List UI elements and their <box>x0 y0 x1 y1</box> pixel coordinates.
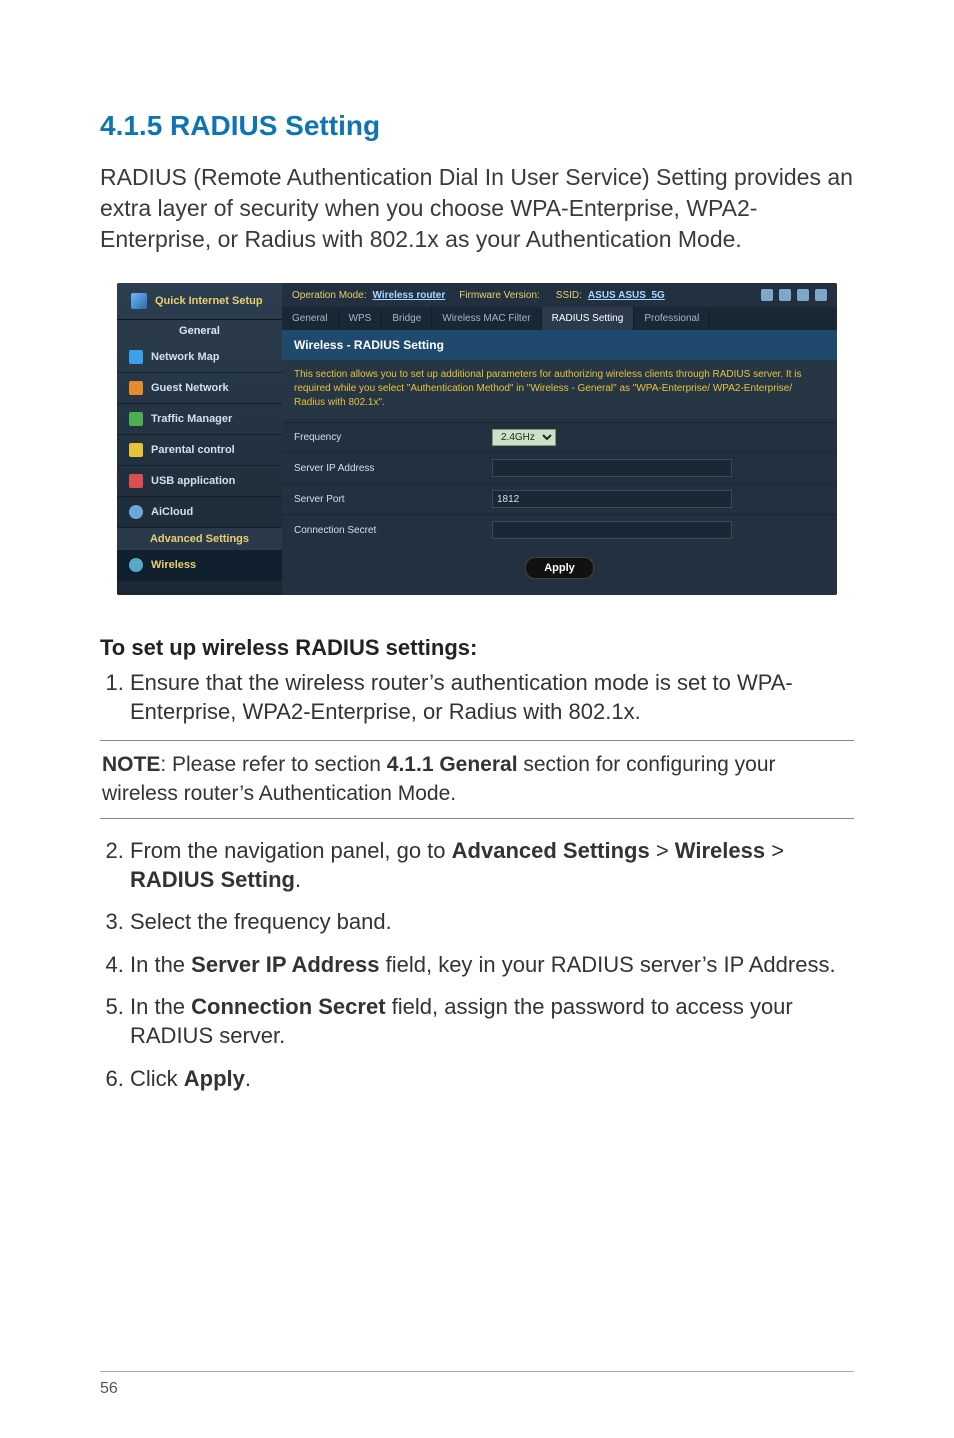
step-6: Click Apply. <box>130 1065 854 1094</box>
step-4: In the Server IP Address field, key in y… <box>130 951 854 980</box>
topbar-icons <box>761 289 827 301</box>
connection-secret-input[interactable] <box>492 521 732 539</box>
note-ref: 4.1.1 General <box>387 753 518 776</box>
usb-application-icon <box>129 474 143 488</box>
topbar: Operation Mode: Wireless router Firmware… <box>282 283 837 307</box>
sidebar-item-label: AiCloud <box>151 506 193 518</box>
panel-description: This section allows you to set up additi… <box>282 360 837 418</box>
sidebar-item-label: Wireless <box>151 559 196 571</box>
sidebar-group-advanced: Advanced Settings <box>117 528 282 550</box>
section-heading: 4.1.5 RADIUS Setting <box>100 110 854 142</box>
router-admin-screenshot: Quick Internet Setup General Network Map… <box>117 283 837 595</box>
logout-icon[interactable] <box>797 289 809 301</box>
tab-radius-setting[interactable]: RADIUS Setting <box>542 307 635 330</box>
step-2: From the navigation panel, go to Advance… <box>130 837 854 894</box>
network-map-icon <box>129 350 143 364</box>
server-ip-label: Server IP Address <box>282 455 482 482</box>
step-1: Ensure that the wireless router’s authen… <box>130 669 854 726</box>
sidebar-item-network-map[interactable]: Network Map <box>117 342 282 373</box>
server-port-label: Server Port <box>282 486 482 513</box>
sidebar-item-label: USB application <box>151 475 235 487</box>
op-mode-value[interactable]: Wireless router <box>373 290 446 301</box>
quick-internet-setup[interactable]: Quick Internet Setup <box>117 283 282 320</box>
server-port-input[interactable] <box>492 490 732 508</box>
guest-network-icon <box>129 381 143 395</box>
traffic-manager-icon <box>129 412 143 426</box>
sidebar-item-parental-control[interactable]: Parental control <box>117 435 282 466</box>
sidebar-item-label: Parental control <box>151 444 235 456</box>
radius-form: Frequency 2.4GHz Server IP Address Serve… <box>282 418 837 595</box>
intro-paragraph: RADIUS (Remote Authentication Dial In Us… <box>100 162 854 255</box>
sidebar-item-label: Traffic Manager <box>151 413 232 425</box>
aicloud-icon <box>129 505 143 519</box>
connection-secret-label: Connection Secret <box>282 517 482 544</box>
parental-control-icon <box>129 443 143 457</box>
quick-internet-setup-label: Quick Internet Setup <box>155 295 263 307</box>
server-ip-input[interactable] <box>492 459 732 477</box>
tab-general[interactable]: General <box>282 307 339 330</box>
lang-icon[interactable] <box>779 289 791 301</box>
sidebar-item-usb-application[interactable]: USB application <box>117 466 282 497</box>
user-icon[interactable] <box>761 289 773 301</box>
frequency-select[interactable]: 2.4GHz <box>492 429 556 446</box>
sidebar-item-aicloud[interactable]: AiCloud <box>117 497 282 528</box>
tab-wps[interactable]: WPS <box>339 307 383 330</box>
procedure-heading: To set up wireless RADIUS settings: <box>100 635 854 661</box>
sidebar-item-label: Guest Network <box>151 382 229 394</box>
note-box: NOTE: Please refer to section 4.1.1 Gene… <box>100 740 854 819</box>
panel-title: Wireless - RADIUS Setting <box>282 330 837 360</box>
sidebar-item-label: Network Map <box>151 351 219 363</box>
note-label: NOTE <box>102 753 160 776</box>
step-3: Select the frequency band. <box>130 908 854 937</box>
ssid-value[interactable]: ASUS ASUS_5G <box>588 290 665 301</box>
tab-mac-filter[interactable]: Wireless MAC Filter <box>432 307 541 330</box>
reboot-icon[interactable] <box>815 289 827 301</box>
tab-professional[interactable]: Professional <box>634 307 710 330</box>
step-5: In the Connection Secret field, assign t… <box>130 993 854 1050</box>
sidebar-item-traffic-manager[interactable]: Traffic Manager <box>117 404 282 435</box>
apply-button[interactable]: Apply <box>525 557 594 579</box>
main-panel: Operation Mode: Wireless router Firmware… <box>282 283 837 595</box>
tab-bridge[interactable]: Bridge <box>382 307 432 330</box>
page-footer: 56 <box>100 1371 854 1398</box>
sidebar-item-guest-network[interactable]: Guest Network <box>117 373 282 404</box>
page-number: 56 <box>100 1380 118 1397</box>
sidebar-group-general: General <box>117 320 282 342</box>
sidebar: Quick Internet Setup General Network Map… <box>117 283 282 595</box>
firmware-label: Firmware Version: <box>459 290 540 301</box>
sidebar-item-wireless[interactable]: Wireless <box>117 550 282 581</box>
op-mode-label: Operation Mode: <box>292 290 367 301</box>
ssid-label: SSID: <box>556 290 582 301</box>
frequency-label: Frequency <box>282 424 482 451</box>
tab-bar: General WPS Bridge Wireless MAC Filter R… <box>282 307 837 330</box>
wireless-icon <box>129 558 143 572</box>
note-text-a: : Please refer to section <box>160 753 386 776</box>
wand-icon <box>131 293 147 309</box>
